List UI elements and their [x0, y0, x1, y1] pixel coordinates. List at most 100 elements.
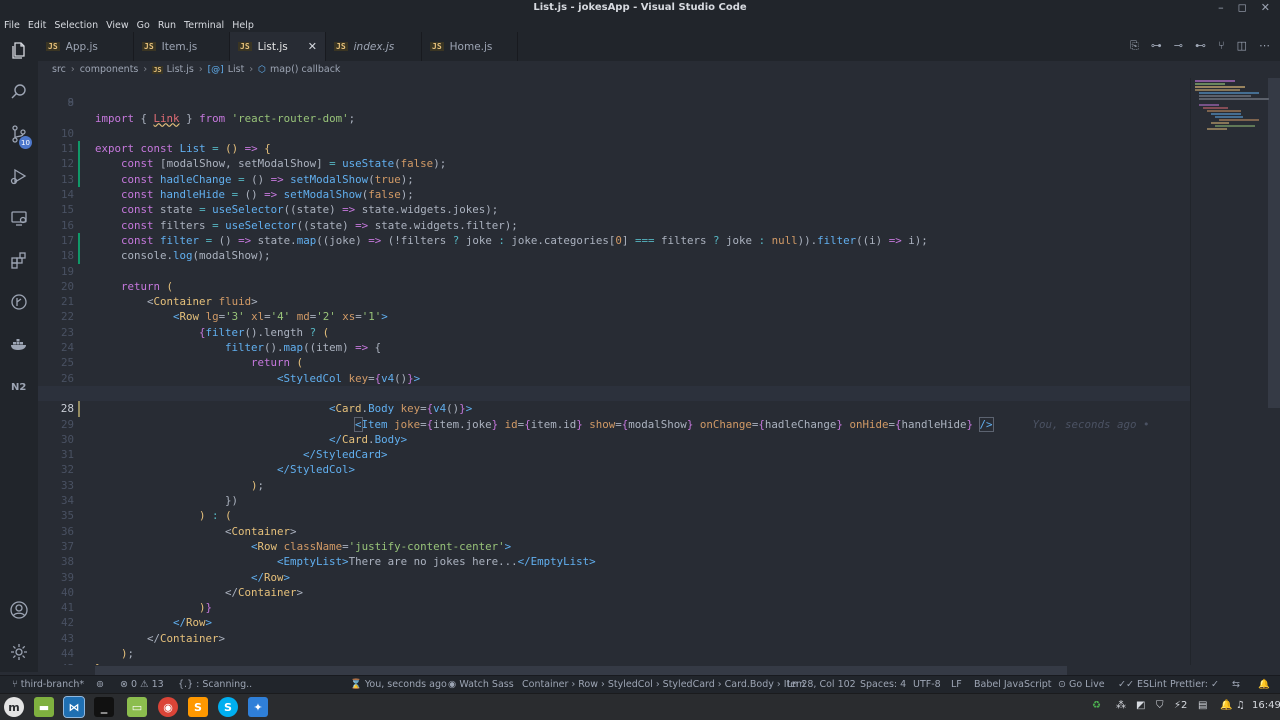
code-line-current: 28 <Item joke={item.joke} id={item.id} s… — [38, 386, 1190, 432]
remote-explorer-icon[interactable] — [0, 202, 38, 234]
nx-console-icon[interactable]: N2 — [0, 370, 38, 402]
code-editor[interactable]: 8 import { Link } from 'react-router-dom… — [38, 78, 1190, 665]
menu-go[interactable]: Go — [137, 20, 150, 31]
minimize-button[interactable]: – — [1218, 1, 1224, 14]
breadcrumb-symbol-callback[interactable]: map() callback — [270, 64, 340, 75]
account-icon[interactable] — [0, 594, 38, 626]
maximize-button[interactable]: ◻ — [1238, 1, 1247, 14]
notifications-bell-icon[interactable]: 🔔 — [1258, 679, 1270, 690]
terminal-icon[interactable]: _ — [94, 697, 114, 717]
problems-status[interactable]: ⊗ 0 ⚠ 13 — [120, 679, 164, 690]
status-bar: ⑂ third-branch* ⊚ ⊗ 0 ⚠ 13 {.} : Scannin… — [0, 675, 1280, 693]
code-line: 32 ); — [60, 463, 265, 492]
folder-icon[interactable]: ▭ — [127, 697, 147, 717]
code-line: 44 }; — [60, 647, 108, 665]
branch-status[interactable]: ⑂ third-branch* — [12, 679, 84, 690]
code-line: 16 const filter = () => state.map((joke)… — [60, 218, 928, 247]
code-line: 38 </Row> — [60, 555, 291, 584]
vpn-shield-icon[interactable]: ⛉ — [1156, 700, 1164, 711]
notifications-icon[interactable]: 🔔 — [1220, 700, 1232, 711]
horizontal-scrollbar[interactable] — [95, 666, 1067, 675]
breadcrumb-symbol-list[interactable]: List — [228, 64, 245, 75]
cursor-position[interactable]: Ln 28, Col 102 — [787, 679, 856, 690]
code-line: 39 </Container> — [60, 570, 304, 599]
tab-index-js[interactable]: JS index.js — [326, 32, 422, 61]
js-file-icon: JS — [430, 42, 444, 51]
keyboard-layout-flag-icon[interactable]: ▤ — [1198, 700, 1207, 711]
prettier-status[interactable]: Prettier: ✓ — [1170, 679, 1219, 690]
menu-file[interactable]: File — [4, 20, 20, 31]
tab-list-js[interactable]: JS List.js ✕ — [230, 32, 326, 61]
tab-item-js[interactable]: JS Item.js — [134, 32, 230, 61]
blame-status[interactable]: ⌛ You, seconds ago — [350, 679, 447, 690]
code-line: 18 — [38, 233, 1190, 264]
compare-changes-icon[interactable]: ⎘ — [1130, 39, 1139, 53]
search-icon[interactable] — [0, 76, 38, 108]
code-line: 27 <Card.Body key={v4()}> — [38, 371, 1190, 415]
watch-sass-button[interactable]: ◉ Watch Sass — [448, 679, 514, 690]
js-file-icon: JS — [142, 42, 156, 51]
window-controls: – ◻ ✕ — [1218, 1, 1270, 14]
settings-gear-icon[interactable] — [0, 636, 38, 668]
code-line: 13 const handleHide = () => setModalShow… — [60, 171, 414, 202]
more-actions-icon[interactable]: ⋯ — [1259, 39, 1270, 53]
code-line: 36 <Row className='justify-content-cente… — [60, 524, 512, 553]
network-icon[interactable]: ◩ — [1136, 700, 1145, 711]
code-line: 33 }) — [60, 478, 239, 508]
source-control-icon[interactable]: 10 — [0, 118, 38, 150]
files-folder-icon[interactable]: ▬ — [34, 697, 54, 717]
code-line: 37 <EmptyList>There are no jokes here...… — [60, 539, 596, 569]
menu-edit[interactable]: Edit — [28, 20, 46, 31]
code-line: 14 const state = useSelector((state) => … — [60, 188, 499, 217]
close-window-button[interactable]: ✕ — [1261, 1, 1270, 14]
end-of-line[interactable]: LF — [951, 679, 962, 690]
minimap[interactable] — [1190, 78, 1280, 665]
app-icon[interactable]: ✦ — [248, 697, 268, 717]
docker-icon[interactable] — [0, 328, 38, 360]
window-title: List.js - jokesApp - Visual Studio Code — [533, 2, 747, 13]
close-tab-icon[interactable]: ✕ — [308, 40, 317, 53]
mint-menu-icon[interactable]: m — [4, 697, 24, 717]
volume-icon[interactable]: ♫ — [1236, 700, 1245, 711]
git-graph-icon[interactable] — [0, 286, 38, 318]
code-line: 43 ); — [60, 631, 135, 661]
files-icon[interactable] — [0, 34, 38, 66]
git-commit-icon[interactable]: ⊶ — [1151, 39, 1162, 53]
indentation[interactable]: Spaces: 4 — [860, 679, 906, 690]
code-line: 15 const filters = useSelector((state) =… — [60, 203, 518, 232]
menu-terminal[interactable]: Terminal — [184, 20, 224, 31]
sublime-icon[interactable]: S — [188, 697, 208, 717]
extensions-icon[interactable] — [0, 244, 38, 276]
vertical-scrollbar[interactable] — [1268, 78, 1280, 408]
clock[interactable]: 16:49 — [1252, 700, 1280, 711]
tab-app-js[interactable]: JS App.js — [38, 32, 134, 61]
breadcrumb-file[interactable]: List.js — [167, 64, 194, 75]
update-manager-icon[interactable]: ♻ — [1092, 700, 1101, 711]
encoding[interactable]: UTF-8 — [913, 679, 941, 690]
breadcrumb-src[interactable]: src — [52, 64, 66, 75]
eslint-status[interactable]: ✓✓ ESLint — [1118, 679, 1167, 690]
previous-change-icon[interactable]: ⊸ — [1174, 39, 1183, 53]
code-line: 23 filter().map((item) => { — [60, 325, 382, 355]
split-editor-icon[interactable]: ◫ — [1237, 39, 1247, 53]
git-lens-icon[interactable]: ⑂ — [1218, 39, 1225, 53]
menu-run[interactable]: Run — [158, 20, 176, 31]
live-share-icon[interactable]: ⊚ — [96, 679, 104, 690]
accounts-sync-icon[interactable]: ⇆ — [1232, 679, 1240, 690]
breadcrumb-components[interactable]: components — [80, 64, 139, 75]
chrome-icon[interactable]: ◉ — [158, 697, 178, 717]
vscode-icon[interactable]: ⋈ — [63, 696, 85, 718]
language-mode[interactable]: Babel JavaScript — [974, 679, 1052, 690]
menu-selection[interactable]: Selection — [54, 20, 98, 31]
run-debug-icon[interactable] — [0, 160, 38, 192]
skype-icon[interactable]: S — [218, 697, 238, 717]
next-change-icon[interactable]: ⊷ — [1195, 39, 1206, 53]
menu-view[interactable]: View — [106, 20, 129, 31]
menu-help[interactable]: Help — [232, 20, 254, 31]
go-live-button[interactable]: ⊙ Go Live — [1058, 679, 1105, 690]
tab-home-js[interactable]: JS Home.js — [422, 32, 518, 61]
battery-icon[interactable]: ⚡2 — [1174, 700, 1187, 711]
slack-icon[interactable]: ⁂ — [1116, 700, 1126, 711]
svg-text:N2: N2 — [11, 382, 26, 393]
activity-bar: 10 N2 — [0, 32, 38, 672]
